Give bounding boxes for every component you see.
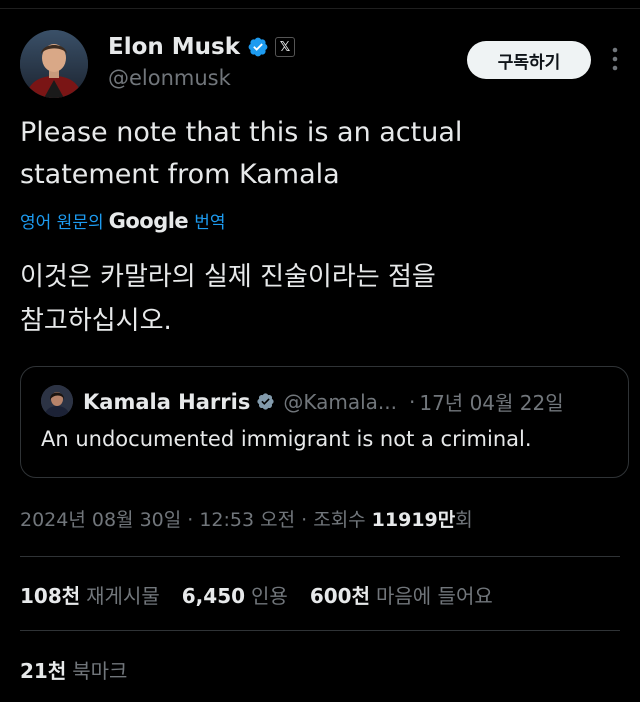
tweet-text-line: Please note that this is an actual: [20, 117, 463, 148]
tweet-text: Please note that this is an actual state…: [20, 112, 620, 196]
divider: [20, 630, 620, 631]
quotes-label[interactable]: 인용: [251, 580, 288, 609]
divider: [20, 556, 620, 557]
reposts-count[interactable]: 108천: [20, 580, 80, 609]
tweet-meta: 2024년 08월 30일 · 12:53 오전 · 조회수 11919만 회: [20, 505, 473, 532]
likes-count[interactable]: 600천: [310, 580, 370, 609]
quote-text: An undocumented immigrant is not a crimi…: [41, 427, 532, 451]
author-handle[interactable]: @elonmusk: [108, 66, 231, 90]
views-suffix: 회: [455, 509, 473, 531]
quote-avatar: [41, 385, 73, 417]
translation-attribution[interactable]: 영어 원문의 Google 번역: [20, 208, 225, 233]
quote-author-name: Kamala Harris: [83, 389, 251, 414]
quote-date: 17년 04월 22일: [419, 391, 564, 415]
more-vertical-icon[interactable]: [608, 44, 622, 74]
translated-text: 이것은 카말라의 실제 진술이라는 점을 참고하십시오.: [20, 255, 620, 343]
quote-avatar-image: [41, 385, 73, 417]
author-name-row: Elon Musk 𝕏: [108, 34, 296, 60]
separator-dot: ·: [409, 389, 416, 414]
avatar-image: [20, 30, 88, 98]
translated-text-line: 참고하십시오.: [20, 306, 172, 336]
top-divider: [0, 8, 640, 9]
tweet-text-line: statement from Kamala: [20, 159, 340, 190]
verified-badge-icon: [248, 37, 268, 57]
author-avatar[interactable]: [20, 30, 88, 98]
bookmarks-count[interactable]: 21천: [20, 655, 66, 684]
author-name[interactable]: Elon Musk: [108, 34, 240, 60]
translated-text-line: 이것은 카말라의 실제 진술이라는 점을: [20, 262, 436, 292]
views-count: 11919만: [371, 509, 456, 531]
reposts-label[interactable]: 재게시물: [86, 580, 160, 609]
quoted-tweet[interactable]: Kamala Harris @Kamala... · 17년 04월 22일 A…: [20, 366, 629, 478]
quotes-count[interactable]: 6,450: [182, 584, 245, 608]
translate-prefix: 영어 원문의: [20, 213, 104, 233]
likes-label[interactable]: 마음에 들어요: [376, 580, 493, 609]
google-logo: Google: [108, 209, 189, 233]
quote-author-handle: @Kamala...: [283, 389, 397, 414]
bookmarks-label[interactable]: 북마크: [72, 655, 127, 684]
engagement-stats: 108천 재게시물 6,450 인용 600천 마음에 들어요: [20, 580, 515, 609]
timestamp[interactable]: 2024년 08월 30일 · 12:53 오전 · 조회수: [20, 505, 366, 532]
quote-header: Kamala Harris @Kamala... · 17년 04월 22일: [83, 387, 564, 416]
bookmark-stats: 21천 북마크: [20, 655, 149, 684]
x-logo-icon: 𝕏: [275, 37, 296, 57]
translate-suffix: 번역: [194, 213, 226, 233]
subscribe-button[interactable]: 구독하기: [467, 41, 591, 79]
gray-verified-badge-icon: [257, 393, 274, 410]
